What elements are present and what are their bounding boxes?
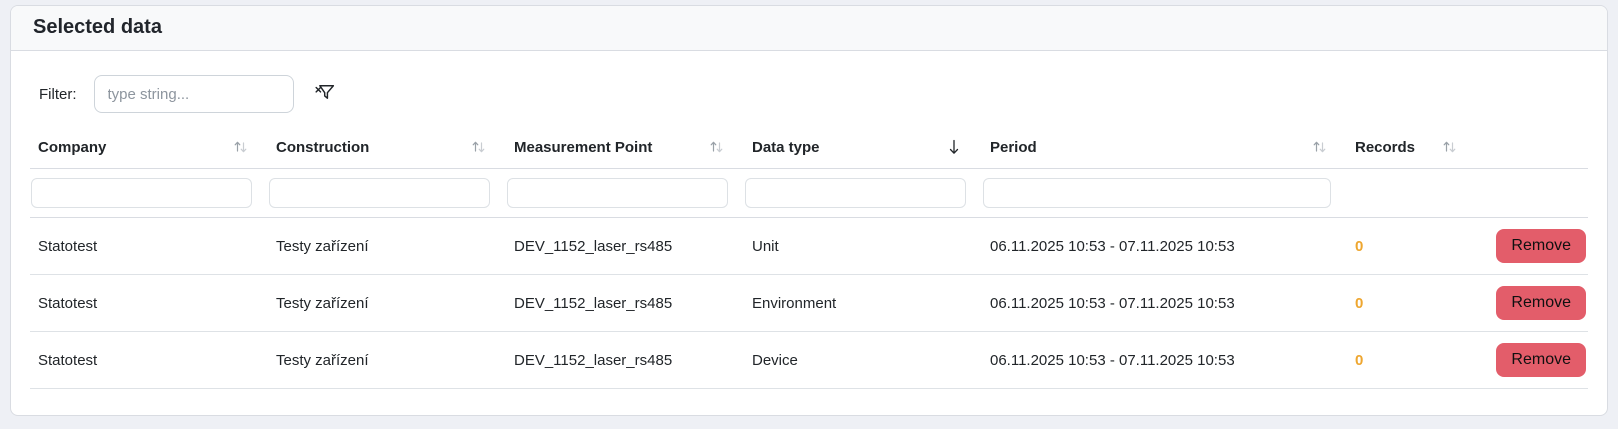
measurement-point-cell: DEV_1152_laser_rs485 (506, 274, 744, 332)
global-filter-input[interactable] (93, 75, 294, 113)
column-label-period: Period (990, 138, 1037, 156)
selected-data-card: Selected data Filter: type string... Com… (10, 5, 1608, 416)
card-body: Filter: Company (11, 51, 1607, 389)
column-header-construction[interactable]: Construction (268, 126, 506, 169)
column-header-company[interactable]: Company (30, 126, 268, 169)
remove-button[interactable]: Remove (1496, 343, 1586, 377)
column-header-records[interactable]: Records (1347, 126, 1477, 169)
filter-bar: Filter: (39, 75, 1588, 113)
remove-button[interactable]: Remove (1496, 229, 1586, 263)
filter-label: Filter: (39, 85, 77, 103)
data-type-cell: Device (744, 331, 982, 389)
column-label-construction: Construction (276, 138, 370, 156)
records-cell: 0 (1347, 331, 1477, 389)
company-filter-input[interactable] (31, 178, 252, 208)
period-filter-input[interactable] (983, 178, 1331, 208)
table-row: Statotest Testy zařízení DEV_1152_laser_… (30, 217, 1588, 275)
table-row: Statotest Testy zařízení DEV_1152_laser_… (30, 274, 1588, 332)
construction-filter-input[interactable] (269, 178, 490, 208)
company-cell: Statotest (30, 331, 268, 389)
records-cell: 0 (1347, 217, 1477, 275)
company-cell: Statotest (30, 217, 268, 275)
period-cell: 06.11.2025 10:53 - 07.11.2025 10:53 (982, 217, 1347, 275)
sort-none-icon (709, 139, 724, 155)
column-filter-row (30, 168, 1588, 218)
measurement-point-filter-input[interactable] (507, 178, 728, 208)
column-header-measurement-point[interactable]: Measurement Point (506, 126, 744, 169)
table-row: Statotest Testy zařízení DEV_1152_laser_… (30, 331, 1588, 389)
sort-none-icon (1442, 139, 1457, 155)
records-cell: 0 (1347, 274, 1477, 332)
sort-descending-icon (946, 138, 962, 156)
column-label-data-type: Data type (752, 138, 820, 156)
remove-button[interactable]: Remove (1496, 286, 1586, 320)
construction-cell: Testy zařízení (268, 274, 506, 332)
sort-none-icon (233, 139, 248, 155)
card-title: Selected data (11, 6, 1607, 51)
period-cell: 06.11.2025 10:53 - 07.11.2025 10:53 (982, 274, 1347, 332)
measurement-point-cell: DEV_1152_laser_rs485 (506, 331, 744, 389)
period-cell: 06.11.2025 10:53 - 07.11.2025 10:53 (982, 331, 1347, 389)
column-label-records: Records (1355, 138, 1416, 156)
data-type-filter-input[interactable] (745, 178, 966, 208)
sort-none-icon (1312, 139, 1327, 155)
filter-clear-icon (312, 80, 337, 108)
construction-cell: Testy zařízení (268, 331, 506, 389)
column-header-data-type[interactable]: Data type (744, 126, 982, 169)
data-type-cell: Unit (744, 217, 982, 275)
filter-clear-button[interactable] (312, 80, 337, 108)
sort-none-icon (471, 139, 486, 155)
column-label-measurement-point: Measurement Point (514, 138, 653, 156)
table-header-row: Company Construction Measurement Point D… (30, 126, 1588, 169)
construction-cell: Testy zařízení (268, 217, 506, 275)
company-cell: Statotest (30, 274, 268, 332)
column-header-actions (1477, 126, 1588, 169)
column-label-company: Company (38, 138, 107, 156)
selected-data-table: Company Construction Measurement Point D… (30, 126, 1588, 389)
data-type-cell: Environment (744, 274, 982, 332)
measurement-point-cell: DEV_1152_laser_rs485 (506, 217, 744, 275)
column-header-period[interactable]: Period (982, 126, 1347, 169)
